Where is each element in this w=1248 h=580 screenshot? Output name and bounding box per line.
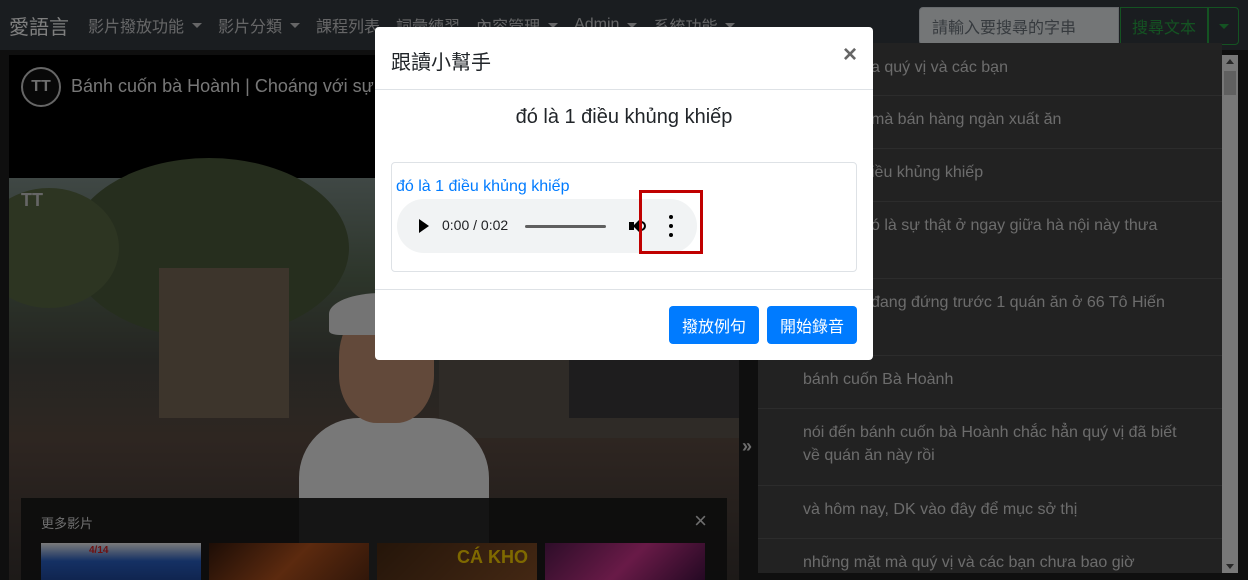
close-icon[interactable]: ×	[843, 41, 857, 69]
audio-sentence-link[interactable]: đó là 1 điều khủng khiếp	[396, 178, 569, 196]
play-icon[interactable]	[419, 219, 429, 233]
target-sentence: đó là 1 điều khủng khiếp	[515, 106, 733, 128]
modal-header: 跟讀小幫手 ×	[375, 27, 873, 90]
seek-slider[interactable]	[525, 225, 606, 228]
time-display: 0:00 / 0:02	[442, 217, 509, 233]
start-recording-button[interactable]: 開始錄音	[767, 306, 857, 344]
shadowing-helper-modal: 跟讀小幫手 × đó là 1 điều khủng khiếp đó là 1…	[375, 27, 873, 360]
play-example-button[interactable]: 撥放例句	[669, 306, 759, 344]
audio-card: đó là 1 điều khủng khiếp 0:00 / 0:02	[391, 162, 857, 272]
highlight-box	[639, 190, 703, 254]
modal-footer: 撥放例句 開始錄音	[375, 289, 873, 360]
modal-title: 跟讀小幫手	[391, 52, 491, 74]
